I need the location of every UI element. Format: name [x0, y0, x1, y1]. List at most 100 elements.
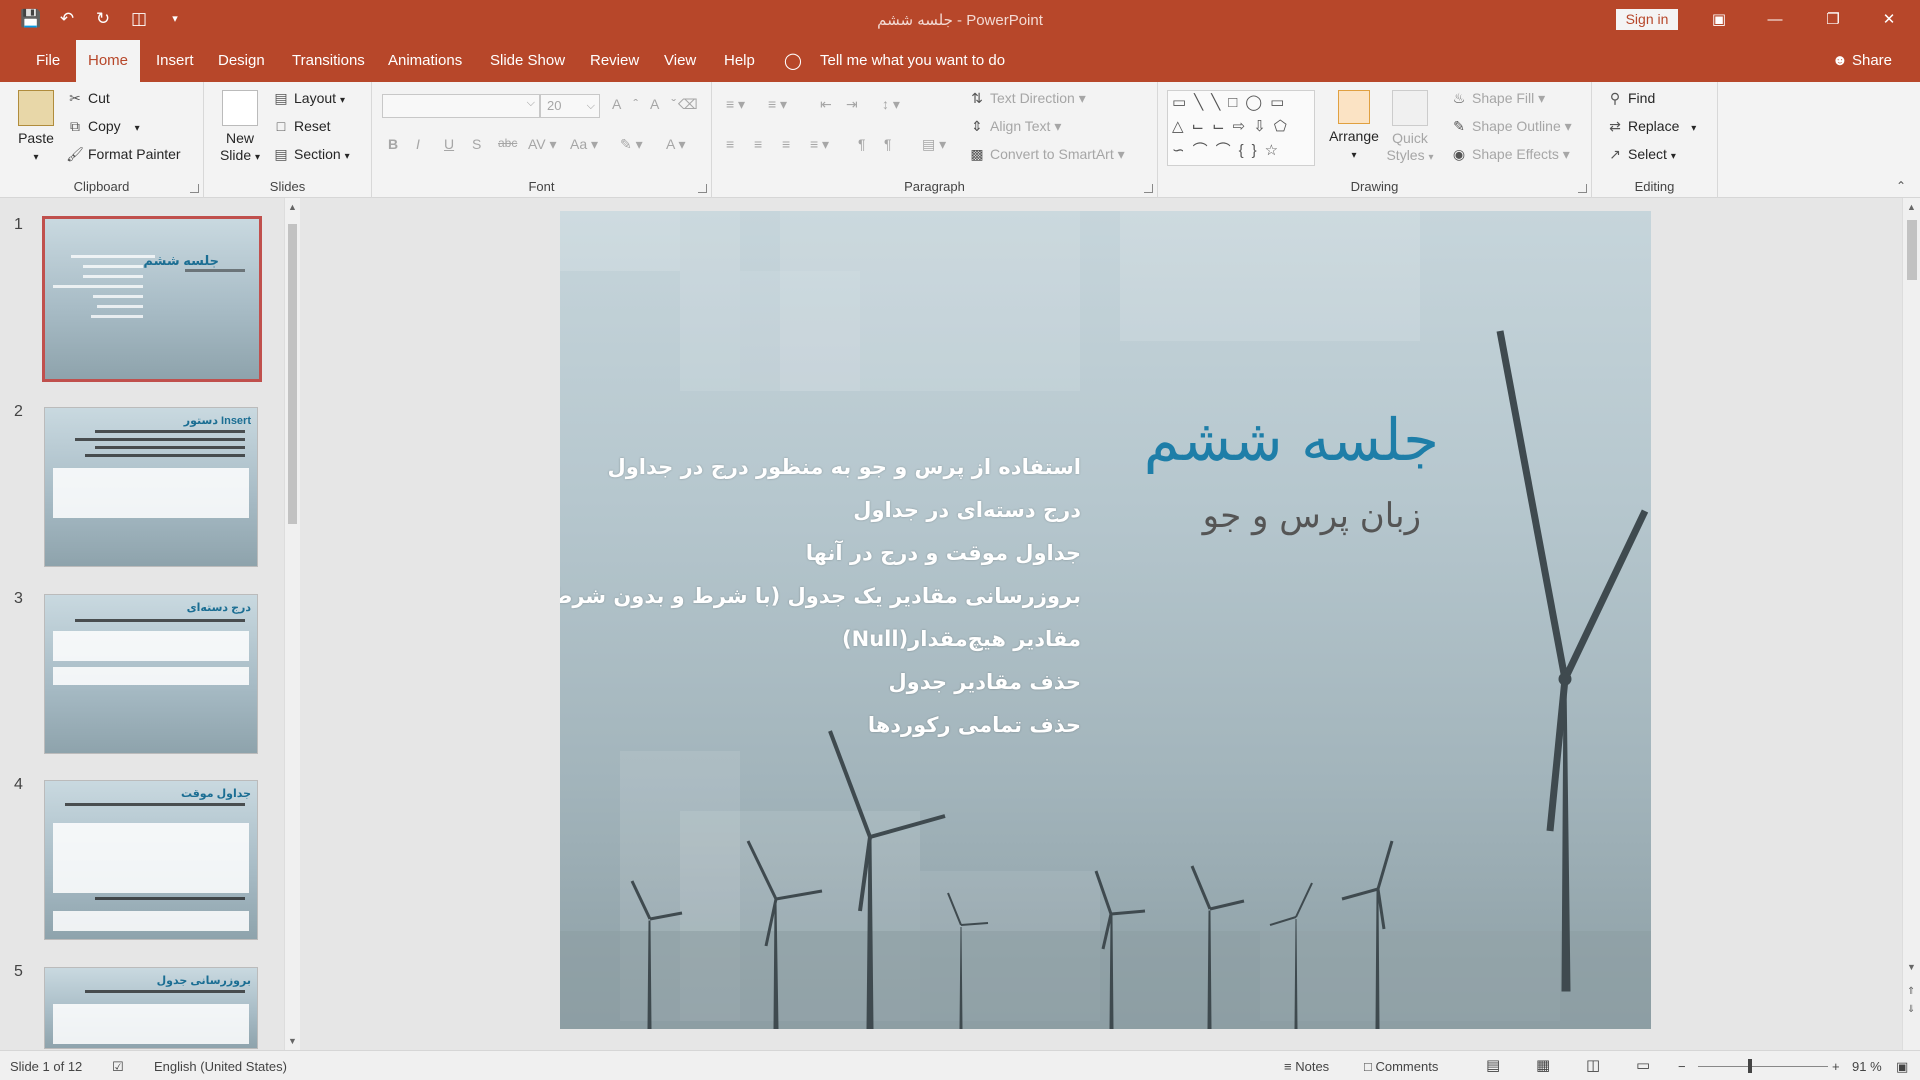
tab-file[interactable]: File	[24, 40, 72, 82]
align-text-button[interactable]: ⇕ Align Text ▾	[968, 118, 1061, 135]
scroll-down-icon[interactable]: ▼	[288, 1036, 297, 1046]
slide-thumbnail-1[interactable]: جلسه ششم	[42, 216, 262, 382]
reading-view-icon[interactable]: ◫	[1586, 1056, 1600, 1074]
bold-button[interactable]: B	[388, 136, 398, 152]
rtl-icon[interactable]: ¶	[884, 136, 892, 152]
tab-review[interactable]: Review	[578, 40, 651, 82]
bullets-icon[interactable]: ≡ ▾	[726, 96, 745, 113]
decrease-indent-icon[interactable]: ⇤	[820, 96, 832, 113]
tab-insert[interactable]: Insert	[144, 40, 206, 82]
zoom-slider-track[interactable]	[1698, 1066, 1828, 1067]
underline-button[interactable]: U	[444, 136, 454, 152]
change-case-button[interactable]: Aa ▾	[570, 136, 598, 153]
reset-button[interactable]: □ Reset	[272, 118, 331, 134]
spell-check-icon[interactable]: ☑	[112, 1059, 124, 1075]
next-slide-icon[interactable]: ⇓	[1907, 1004, 1915, 1015]
tab-design[interactable]: Design	[206, 40, 277, 82]
collapse-ribbon-icon[interactable]: ⌃	[1896, 179, 1906, 193]
italic-button[interactable]: I	[416, 136, 420, 152]
align-left-icon[interactable]: ≡	[726, 136, 734, 152]
clipboard-launcher-icon[interactable]	[190, 184, 199, 193]
numbering-icon[interactable]: ≡ ▾	[768, 96, 787, 113]
slide-subtitle[interactable]: زبان پرس و جو	[1203, 496, 1421, 536]
zoom-level[interactable]: 91 %	[1852, 1059, 1882, 1074]
tab-slide-show[interactable]: Slide Show	[478, 40, 577, 82]
ltr-icon[interactable]: ¶	[858, 136, 866, 152]
section-button[interactable]: ▤ Section ▾	[272, 146, 349, 163]
editor-scrollbar[interactable]: ▲ ▼ ⇑ ⇓	[1902, 198, 1920, 1050]
grow-shrink-font-buttons[interactable]: AˆAˇ	[612, 96, 688, 112]
scroll-up-icon[interactable]: ▲	[288, 202, 297, 212]
paragraph-launcher-icon[interactable]	[1144, 184, 1153, 193]
clear-formatting-icon[interactable]: ⌫	[678, 96, 698, 113]
font-name-combo[interactable]: ⌵	[382, 94, 540, 118]
shape-outline-button[interactable]: ✎ Shape Outline ▾	[1450, 118, 1572, 135]
language-indicator[interactable]: English (United States)	[154, 1059, 287, 1074]
comments-button[interactable]: □ Comments	[1364, 1059, 1438, 1074]
highlight-icon[interactable]: ✎ ▾	[620, 136, 643, 153]
justify-icon[interactable]: ≡ ▾	[810, 136, 829, 153]
slide-sorter-icon[interactable]: ▦	[1536, 1056, 1550, 1074]
normal-view-icon[interactable]: ▤	[1486, 1056, 1500, 1074]
fit-to-window-icon[interactable]: ▣	[1896, 1059, 1908, 1075]
close-button[interactable]: ✕	[1866, 0, 1912, 40]
slide-thumbnail-3[interactable]: درج دسته‌ای	[44, 594, 258, 754]
sign-in-button[interactable]: Sign in	[1616, 9, 1678, 30]
slide-thumbnail-2[interactable]: دستور Insert	[44, 407, 258, 567]
layout-button[interactable]: ▤ Layout ▾	[272, 90, 345, 107]
copy-button[interactable]: ⧉ Copy ▾	[66, 118, 140, 135]
replace-button[interactable]: ⇄ Replace ▾	[1606, 118, 1696, 135]
slide-title[interactable]: جلسه ششم	[1144, 406, 1439, 474]
font-size-combo[interactable]: 20 ⌵	[540, 94, 600, 118]
select-button[interactable]: ↗ Select ▾	[1606, 146, 1676, 163]
scroll-up-icon[interactable]: ▲	[1907, 202, 1916, 212]
arrange-button[interactable]: Arrange ▾	[1324, 90, 1384, 164]
tell-me-search[interactable]: Tell me what you want to do	[820, 40, 1005, 82]
thumbnails-scrollbar[interactable]: ▲ ▼	[284, 198, 300, 1050]
paste-button[interactable]: Paste ▾	[10, 90, 62, 166]
new-slide-button[interactable]: New Slide ▾	[214, 90, 266, 166]
shape-effects-button[interactable]: ◉ Shape Effects ▾	[1450, 146, 1570, 163]
text-direction-button[interactable]: ⇅ Text Direction ▾	[968, 90, 1086, 107]
notes-button[interactable]: ≡ Notes	[1284, 1059, 1329, 1074]
slide-thumbnail-4[interactable]: جداول موقت	[44, 780, 258, 940]
slide-bullet-list[interactable]: استفاده از پرس و جو به منظور درج در جداو…	[560, 446, 1081, 747]
columns-icon[interactable]: ▤ ▾	[922, 136, 946, 153]
tab-help[interactable]: Help	[712, 40, 767, 82]
slide-show-icon[interactable]: ▭	[1636, 1056, 1650, 1074]
find-button[interactable]: ⚲ Find	[1606, 90, 1655, 107]
scroll-down-icon[interactable]: ▼	[1907, 962, 1916, 972]
tab-home[interactable]: Home	[76, 40, 141, 82]
zoom-slider-thumb[interactable]	[1748, 1059, 1752, 1073]
convert-smartart-button[interactable]: ▩ Convert to SmartArt ▾	[968, 146, 1124, 163]
shape-fill-button[interactable]: ♨ Shape Fill ▾	[1450, 90, 1545, 107]
increase-indent-icon[interactable]: ⇥	[846, 96, 858, 113]
previous-slide-icon[interactable]: ⇑	[1907, 986, 1915, 997]
character-spacing-button[interactable]: AV ▾	[528, 136, 557, 153]
minimize-button[interactable]: —	[1752, 0, 1798, 40]
align-center-icon[interactable]: ≡	[754, 136, 762, 152]
line-spacing-icon[interactable]: ↕ ▾	[882, 96, 900, 113]
strikethrough-button[interactable]: abc	[498, 136, 517, 150]
slide-canvas[interactable]: جلسه ششم زبان پرس و جو استفاده از پرس و …	[560, 211, 1651, 1029]
share-button[interactable]: ☻ Share	[1832, 40, 1892, 82]
scrollbar-thumb[interactable]	[1907, 220, 1917, 280]
format-painter-button[interactable]: 🖌 Format Painter	[66, 146, 180, 163]
font-launcher-icon[interactable]	[698, 184, 707, 193]
restore-button[interactable]: ❐	[1810, 0, 1856, 40]
font-color-button[interactable]: A ▾	[666, 136, 685, 153]
align-right-icon[interactable]: ≡	[782, 136, 790, 152]
tab-animations[interactable]: Animations	[376, 40, 474, 82]
shapes-gallery[interactable]: ▭╲╲□◯▭ △⌙⌙⇨⇩⬠ ∽⌒⌒{}☆	[1167, 90, 1315, 166]
zoom-in-icon[interactable]: +	[1832, 1059, 1840, 1074]
zoom-out-icon[interactable]: −	[1678, 1059, 1686, 1074]
cut-button[interactable]: ✂ Cut	[66, 90, 110, 107]
drawing-launcher-icon[interactable]	[1578, 184, 1587, 193]
scrollbar-thumb[interactable]	[288, 224, 297, 524]
slide-thumbnail-5[interactable]: بروزرسانی جدول	[44, 967, 258, 1049]
quick-styles-button[interactable]: Quick Styles ▾	[1384, 90, 1436, 166]
tab-view[interactable]: View	[652, 40, 708, 82]
ribbon-display-options-icon[interactable]: ▣	[1696, 0, 1742, 40]
shadow-button[interactable]: S	[472, 136, 481, 152]
tab-transitions[interactable]: Transitions	[280, 40, 377, 82]
